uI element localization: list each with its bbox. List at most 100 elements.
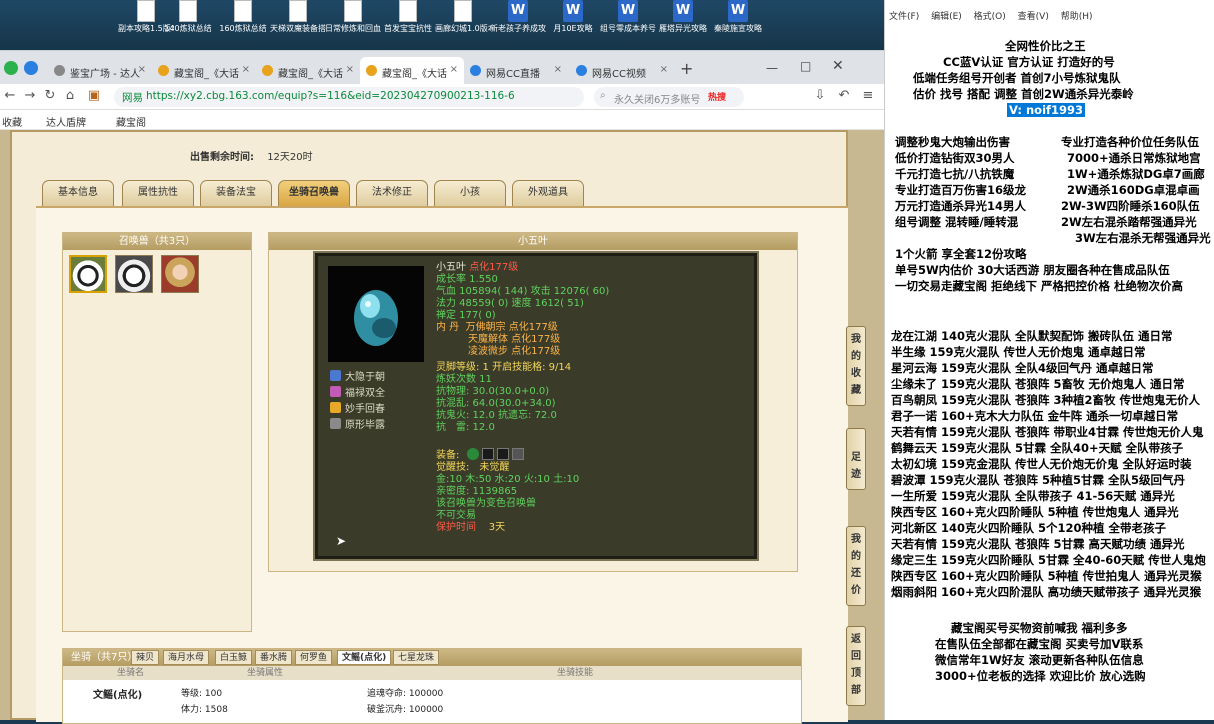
browser-tab[interactable]: 鉴宝广场 - 达人 × <box>48 57 152 85</box>
team-line: 天若有情 159克火混队 苍狼阵 带职业4甘霖 传世炮无价人鬼 <box>891 425 1204 439</box>
mount-tab[interactable]: 白玉鲸 <box>215 650 253 665</box>
forward-icon[interactable]: → <box>22 88 38 104</box>
note-line: 低价打造钻街双30男人 <box>895 151 1015 165</box>
back-to-top-button[interactable]: 返回顶部 <box>846 626 866 706</box>
tab-spell-mods[interactable]: 法术修正 <box>356 180 428 206</box>
mount-tab-active[interactable]: 文鳐(点化) <box>337 650 392 665</box>
my-favorites-button[interactable]: 我的收藏 <box>846 326 866 406</box>
document-icon <box>289 0 307 22</box>
equip-slot-icon[interactable] <box>481 448 494 460</box>
pet-thumb-panda-2[interactable] <box>115 255 153 293</box>
menu-format[interactable]: 格式(O) <box>974 12 1006 22</box>
close-icon[interactable]: × <box>660 64 668 75</box>
navigate-icon[interactable] <box>24 61 38 75</box>
hot-search-badge[interactable]: 热搜 <box>708 90 726 103</box>
pet-thumb-fairy[interactable] <box>161 255 199 293</box>
browser-tab[interactable]: 网易CC直播 × <box>464 57 568 85</box>
menu-edit[interactable]: 编辑(E) <box>931 12 962 22</box>
tab-mounts-pets[interactable]: 坐骑召唤兽 <box>278 180 350 206</box>
bookmark-item[interactable]: 达人盾牌 <box>46 114 86 129</box>
mount-name: 文鳐(点化) <box>93 690 143 701</box>
note-line: 7000+通杀日常炼狱地宫 <box>1067 151 1201 165</box>
tab-attributes[interactable]: 属性抗性 <box>122 180 194 206</box>
menu-view[interactable]: 查看(V) <box>1018 12 1049 22</box>
close-icon[interactable]: × <box>450 64 458 75</box>
browser-tab-active[interactable]: 藏宝阁_《大话 × <box>360 57 464 85</box>
close-icon[interactable]: × <box>138 64 146 75</box>
note-line: 2W左右混杀踏帮强通异光 <box>1061 215 1197 229</box>
new-tab-icon[interactable]: + <box>680 59 693 78</box>
notepad-text-area[interactable]: 全网性价比之王 CC蓝V认证 官方认证 打造好的号 低端任务组号开创者 首创7小… <box>885 28 1214 720</box>
equip-slot-icon[interactable] <box>512 448 525 460</box>
team-line: 太初幻境 159克金混队 传世人无价炮无价鬼 全队好运时装 <box>891 457 1192 471</box>
tab-children[interactable]: 小孩 <box>434 180 506 206</box>
browser-tab[interactable]: 藏宝阁_《大话 × <box>256 57 360 85</box>
desktop-file-icon[interactable]: 天梯双魔装备搭配 <box>270 0 326 50</box>
mount-tab[interactable]: 七星龙珠 <box>393 650 440 665</box>
footprint-button[interactable]: 足迹 <box>846 428 866 490</box>
undo-icon[interactable]: ↶ <box>836 88 852 104</box>
equip-slot-icon[interactable] <box>466 448 479 460</box>
desktop-file-icon[interactable]: 160炼狱总结 <box>215 0 271 50</box>
home-icon[interactable]: ⌂ <box>62 88 78 104</box>
note-line: 专业打造百万伤害16级龙 <box>895 183 1027 197</box>
desktop-file-icon[interactable]: 140炼狱总结 <box>160 0 216 50</box>
selected-contact[interactable]: V: noif1993 <box>1007 103 1086 117</box>
note-line: 微信常年1W好友 滚动更新各种队伍信息 <box>935 653 1144 667</box>
minimize-icon[interactable]: — <box>766 61 778 75</box>
skill-item[interactable]: 大隐于朝 <box>330 368 385 383</box>
note-line: CC蓝V认证 官方认证 打造好的号 <box>943 55 1115 69</box>
mount-skill: 破釜沉舟: 100000 <box>367 705 444 715</box>
close-window-icon[interactable]: ✕ <box>832 58 844 74</box>
pet-growth: 成长率 1.550 <box>436 274 498 285</box>
desktop-file-icon[interactable]: 画廊幻城1.0版本 <box>435 0 491 50</box>
mount-tab[interactable]: 何罗鱼 <box>295 650 333 665</box>
protect-value: 3天 <box>488 522 506 533</box>
team-line: 陕西专区 160+克火四阶睡队 5种植 传世炮鬼人 通异光 <box>891 505 1179 519</box>
back-icon[interactable]: ← <box>2 88 18 104</box>
bookmark-item[interactable]: 藏宝阁 <box>116 114 146 129</box>
menu-icon[interactable]: ≡ <box>860 88 876 104</box>
inner-skill: 天魔解体 点化177级 <box>468 334 561 345</box>
skill-icon <box>330 370 341 381</box>
browser-tab[interactable]: 网易CC视频 × <box>570 57 674 85</box>
document-icon <box>137 0 155 22</box>
bookmark-item[interactable]: 收藏 <box>2 114 22 129</box>
team-line: 天若有情 159克火混队 苍狼阵 5甘霖 高天赋功绩 通异光 <box>891 537 1185 551</box>
my-counteroffer-button[interactable]: 我的还价 <box>846 526 866 606</box>
download-icon[interactable]: ⇩ <box>812 88 828 104</box>
team-line: 河北新区 140克火四阶睡队 5个120种植 全带老孩子 <box>891 521 1167 535</box>
tab-basic-info[interactable]: 基本信息 <box>42 180 114 206</box>
close-icon[interactable]: × <box>554 64 562 75</box>
mount-tab[interactable]: 海月水母 <box>163 650 210 665</box>
close-icon[interactable]: × <box>346 64 354 75</box>
close-icon[interactable]: × <box>242 64 250 75</box>
url-field[interactable]: 网易 https://xy2.cbg.163.com/equip?s=116&e… <box>114 87 584 107</box>
word-doc-icon: W <box>728 0 748 22</box>
menu-file[interactable]: 文件(F) <box>889 12 919 22</box>
mount-tab[interactable]: 番水腾 <box>255 650 293 665</box>
desktop-file-icon[interactable]: W 月10E攻略 <box>545 0 601 50</box>
equip-slot-icon[interactable] <box>496 448 509 460</box>
skill-item[interactable]: 妙手回春 <box>330 400 385 415</box>
browser-tab[interactable]: 藏宝阁_《大话 × <box>152 57 256 85</box>
pet-thumb-panda[interactable] <box>69 255 107 293</box>
wallet-icon[interactable]: ▣ <box>86 88 102 104</box>
desktop-file-icon[interactable]: W新老孩子养成攻略 <box>490 0 546 50</box>
pet-tag: 点化177级 <box>469 262 519 273</box>
refresh-icon[interactable]: ↻ <box>42 88 58 104</box>
desktop-file-icon[interactable]: W 组号零成本养号 <box>600 0 656 50</box>
desktop-file-icon[interactable]: W 秦陵施宣攻略 <box>710 0 766 50</box>
skill-item[interactable]: 原形毕露 <box>330 416 385 431</box>
pet-spirit: 灵脚等级: 1 开启技能格: 9/14 <box>436 362 572 373</box>
menu-help[interactable]: 帮助(H) <box>1061 12 1093 22</box>
mount-tab[interactable]: 辣贝 <box>131 650 160 665</box>
tab-equipment[interactable]: 装备法宝 <box>200 180 272 206</box>
maximize-icon[interactable]: □ <box>800 59 811 73</box>
desktop-file-icon[interactable]: 首发宝宝抗性 <box>380 0 436 50</box>
skill-item[interactable]: 福禄双全 <box>330 384 385 399</box>
desktop-file-icon[interactable]: 日常修炼和回血鬼搭配 <box>325 0 381 50</box>
desktop-file-icon[interactable]: W 雁塔异光攻略 <box>655 0 711 50</box>
word-doc-icon: W <box>508 0 528 22</box>
tab-appearance[interactable]: 外观道具 <box>512 180 584 206</box>
